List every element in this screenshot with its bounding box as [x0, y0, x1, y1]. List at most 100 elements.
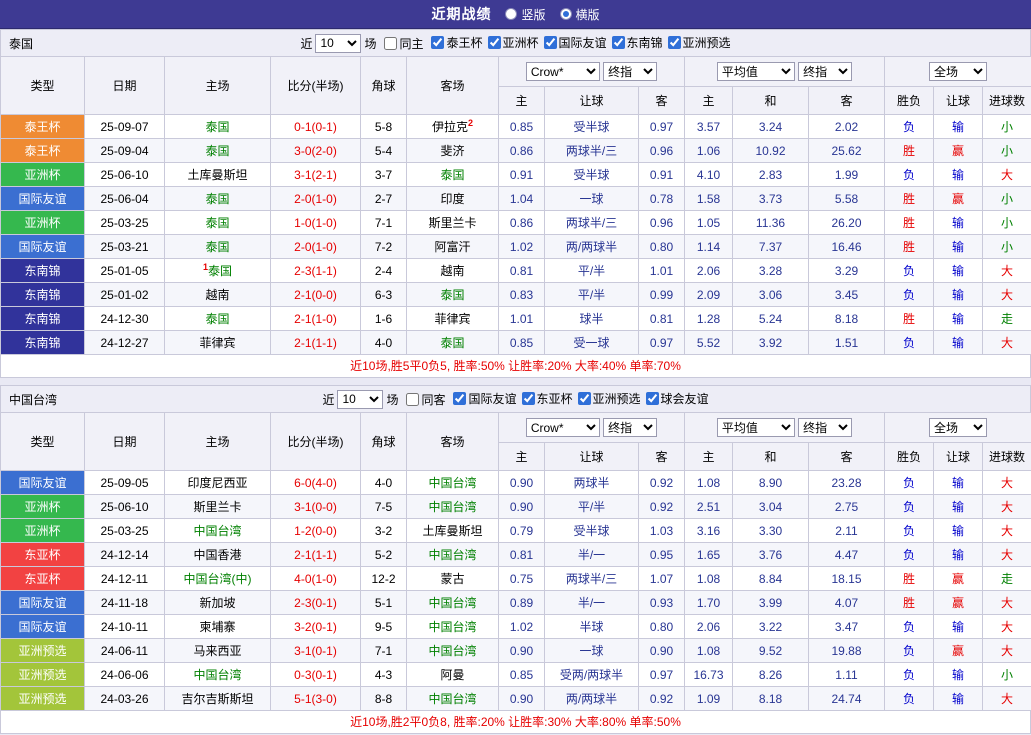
goals-result: 大 [982, 638, 1031, 663]
layout-vertical-radio[interactable]: 竖版 [505, 6, 546, 23]
handicap-line: 受一球 [544, 330, 639, 355]
competition-filter-checkbox-input[interactable] [453, 392, 467, 405]
handicap-line: 一球 [544, 186, 639, 211]
avg-draw: 3.28 [732, 258, 809, 283]
home-team: 土库曼斯坦 [164, 162, 271, 187]
col-handicap-result: 让球 [933, 442, 984, 471]
same-side-checkbox[interactable]: 同客 [406, 391, 445, 408]
handicap-result: 输 [933, 470, 984, 495]
away-team: 中国台湾 [406, 686, 499, 711]
recent-count-select[interactable]: 10 [315, 33, 362, 53]
competition-filter-checkbox-input[interactable] [543, 36, 557, 49]
competition-filter-checkbox-input[interactable] [611, 36, 625, 49]
scope-group-header: 全场 [884, 56, 1031, 87]
average-select[interactable]: 平均值 [716, 62, 795, 81]
score: 2-0(1-0) [270, 234, 361, 259]
avg-away: 2.11 [807, 518, 886, 543]
away-odds: 0.92 [638, 686, 685, 711]
handicap-result: 输 [933, 114, 984, 139]
final-odds-select-2[interactable]: 终指 [798, 62, 853, 81]
handicap-result: 输 [933, 162, 984, 187]
odds-company-select[interactable]: Crow* [525, 62, 600, 81]
competition-filter-checkbox[interactable]: 球会友谊 [645, 390, 709, 407]
handicap-line: 两球半/三 [544, 210, 639, 235]
full-match-select[interactable]: 全场 [929, 62, 988, 81]
away-odds: 0.78 [638, 186, 685, 211]
corners: 5-4 [360, 138, 407, 163]
away-team: 中国台湾 [406, 614, 499, 639]
away-odds: 0.99 [638, 282, 685, 307]
corners: 1-6 [360, 306, 407, 331]
home-odds: 0.79 [498, 518, 545, 543]
layout-horizontal-radio[interactable]: 横版 [559, 6, 600, 23]
away-odds: 0.90 [638, 638, 685, 663]
avg-home: 1.70 [684, 590, 733, 615]
away-team: 越南 [406, 258, 499, 283]
recent-count-select[interactable]: 10 [337, 389, 384, 409]
handicap-result: 输 [933, 686, 984, 711]
average-select[interactable]: 平均值 [716, 418, 795, 437]
match-date: 24-06-06 [84, 662, 165, 687]
competition-badge: 泰王杯 [0, 138, 85, 163]
avg-home: 1.28 [684, 306, 733, 331]
competition-filter-checkbox[interactable]: 国际友谊 [543, 34, 607, 51]
competition-filter-checkbox-input[interactable] [667, 36, 681, 49]
competition-filter-checkbox[interactable]: 泰王杯 [431, 34, 483, 51]
competition-filter-label: 亚洲预选 [592, 392, 641, 406]
match-row: 国际友谊 24-10-11 柬埔寨 3-2(0-1) 9-5 中国台湾 1.02 半球 0.80… [0, 614, 1031, 639]
competition-filter-checkbox[interactable]: 亚洲预选 [577, 390, 641, 407]
corners: 2-4 [360, 258, 407, 283]
recent-label-pre: 近 [322, 392, 335, 407]
away-odds: 0.93 [638, 590, 685, 615]
same-side-checkbox-input[interactable] [384, 36, 398, 50]
handicap-result: 赢 [933, 590, 984, 615]
full-match-select[interactable]: 全场 [929, 418, 988, 437]
competition-filter-checkbox-input[interactable] [521, 392, 535, 405]
same-side-checkbox[interactable]: 同主 [384, 35, 423, 52]
competition-filter-checkbox[interactable]: 东南锦 [611, 34, 663, 51]
competition-filter-checkbox-input[interactable] [577, 392, 591, 405]
goals-result: 大 [982, 282, 1031, 307]
corners: 5-1 [360, 590, 407, 615]
same-side-checkbox-input[interactable] [406, 392, 420, 406]
competition-badge: 亚洲预选 [0, 686, 85, 711]
goals-result: 小 [982, 210, 1031, 235]
final-odds-select[interactable]: 终指 [603, 418, 658, 437]
competition-filter-checkbox[interactable]: 亚洲预选 [667, 34, 731, 51]
corners: 3-7 [360, 162, 407, 187]
recent-label-pre: 近 [300, 36, 313, 51]
avg-home: 1.09 [684, 686, 733, 711]
competition-filter-checkbox-input[interactable] [431, 36, 445, 49]
handicap-result: 输 [933, 542, 984, 567]
col-date: 日期 [84, 412, 165, 471]
competition-filter-checkbox-input[interactable] [645, 392, 659, 405]
away-odds: 0.92 [638, 494, 685, 519]
avg-away: 1.11 [807, 662, 886, 687]
col-corner: 角球 [360, 412, 407, 471]
col-goals-result: 进球数 [982, 86, 1031, 115]
competition-filter-checkbox[interactable]: 亚洲杯 [487, 34, 539, 51]
away-odds: 1.03 [638, 518, 685, 543]
competition-filter-checkbox[interactable]: 东亚杯 [521, 390, 573, 407]
filter-row: 泰国 近 10 场 同主 泰王杯 亚洲杯 国际友谊 东南锦 亚洲预选 [0, 29, 1031, 56]
handicap-result: 赢 [933, 566, 984, 591]
final-odds-select[interactable]: 终指 [603, 62, 658, 81]
match-date: 25-09-05 [84, 470, 165, 495]
avg-away: 1.51 [807, 330, 886, 355]
goals-result: 大 [982, 258, 1031, 283]
final-odds-select-2[interactable]: 终指 [798, 418, 853, 437]
home-odds: 0.90 [498, 686, 545, 711]
col-odds-home: 主 [498, 442, 545, 471]
corners: 7-1 [360, 638, 407, 663]
odds-company-select[interactable]: Crow* [525, 418, 600, 437]
avg-home: 1.08 [684, 566, 733, 591]
away-odds: 0.80 [638, 234, 685, 259]
competition-filter-checkbox-input[interactable] [487, 36, 501, 49]
competition-filter-checkbox[interactable]: 国际友谊 [453, 390, 517, 407]
avg-away: 26.20 [807, 210, 886, 235]
col-corner: 角球 [360, 56, 407, 115]
result: 负 [884, 518, 935, 543]
away-odds: 0.91 [638, 162, 685, 187]
score: 2-3(1-1) [270, 258, 361, 283]
result: 负 [884, 662, 935, 687]
